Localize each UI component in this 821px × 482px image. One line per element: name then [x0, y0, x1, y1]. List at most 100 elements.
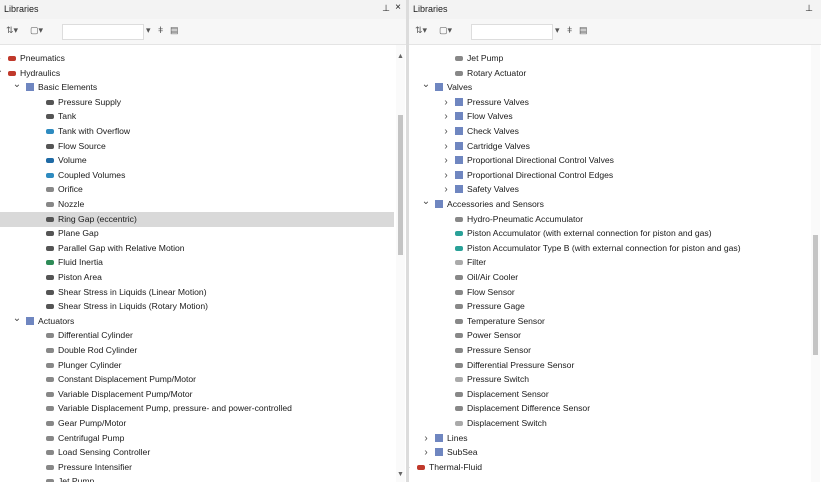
- new-item-icon[interactable]: ▢▾: [439, 25, 452, 36]
- tree-item[interactable]: Rotary Actuator: [409, 66, 809, 81]
- tree-item[interactable]: Differential Pressure Sensor: [409, 358, 809, 373]
- tree-item[interactable]: Piston Accumulator (with external connec…: [409, 226, 809, 241]
- tree-item[interactable]: Pressure Intensifier: [0, 460, 394, 475]
- chevron-right-icon[interactable]: ›: [441, 168, 451, 183]
- chevron-right-icon[interactable]: ›: [441, 139, 451, 154]
- tree-item[interactable]: Power Sensor: [409, 328, 809, 343]
- tree-item[interactable]: Displacement Switch: [409, 416, 809, 431]
- tree-item[interactable]: Displacement Sensor: [409, 387, 809, 402]
- tree-item[interactable]: Centrifugal Pump: [0, 431, 394, 446]
- tree-item[interactable]: Pressure Supply: [0, 95, 394, 110]
- tree-item[interactable]: Pressure Switch: [409, 372, 809, 387]
- chevron-right-icon[interactable]: ›: [441, 95, 451, 110]
- tree-item[interactable]: Filter: [409, 255, 809, 270]
- tree-item[interactable]: ⌄ Accessories and Sensors: [409, 194, 809, 212]
- tree-item[interactable]: ⌄ Actuators: [0, 311, 394, 329]
- filter-dropdown-icon[interactable]: ▾: [146, 25, 151, 36]
- tree-item[interactable]: › Proportional Directional Control Valves: [409, 153, 809, 168]
- chevron-down-icon[interactable]: ⌄: [12, 77, 22, 92]
- tree-item[interactable]: › Safety Valves: [409, 182, 809, 197]
- pump-icon: [46, 391, 54, 397]
- tree-item[interactable]: › Flow Valves: [409, 109, 809, 124]
- tree-item[interactable]: Variable Displacement Pump/Motor: [0, 387, 394, 402]
- tree-item[interactable]: Shear Stress in Liquids (Rotary Motion): [0, 299, 394, 314]
- chevron-right-icon[interactable]: ›: [421, 431, 431, 446]
- tree-item[interactable]: › Cartridge Valves: [409, 139, 809, 154]
- tree-item[interactable]: Tank: [0, 109, 394, 124]
- tree-item[interactable]: Temperature Sensor: [409, 314, 809, 329]
- tree-item[interactable]: › Proportional Directional Control Edges: [409, 168, 809, 183]
- tree-item[interactable]: › SubSea: [409, 445, 809, 460]
- filter-dropdown-icon[interactable]: ▾: [555, 25, 560, 36]
- scroll-up-icon[interactable]: ▲: [396, 53, 405, 60]
- tree-item[interactable]: Parallel Gap with Relative Motion: [0, 241, 394, 256]
- sort-icon[interactable]: ⇅▾: [6, 25, 18, 36]
- new-item-icon[interactable]: ▢▾: [30, 25, 43, 36]
- tree-item[interactable]: Pressure Sensor: [409, 343, 809, 358]
- tree-item[interactable]: Plane Gap: [0, 226, 394, 241]
- tree-item[interactable]: Plunger Cylinder: [0, 358, 394, 373]
- tree-item[interactable]: ⌄ Valves: [409, 77, 809, 95]
- chevron-right-icon[interactable]: ›: [441, 153, 451, 168]
- tree-item[interactable]: Piston Accumulator Type B (with external…: [409, 241, 809, 256]
- chevron-right-icon[interactable]: ›: [441, 182, 451, 197]
- tree-item[interactable]: Fluid Inertia: [0, 255, 394, 270]
- tree-item[interactable]: Piston Area: [0, 270, 394, 285]
- close-icon[interactable]: ×: [395, 2, 401, 13]
- tree-item[interactable]: ⌄ Hydraulics: [0, 63, 394, 81]
- tree-item[interactable]: Flow Source: [0, 139, 394, 154]
- tree-item[interactable]: Tank with Overflow: [0, 124, 394, 139]
- tree-item[interactable]: Ring Gap (eccentric): [0, 211, 394, 227]
- list-view-icon[interactable]: ▤: [579, 25, 588, 36]
- tree-item[interactable]: ⌄ Basic Elements: [0, 77, 394, 95]
- tree-item[interactable]: Hydro-Pneumatic Accumulator: [409, 212, 809, 227]
- left-scrollbar-thumb[interactable]: [398, 115, 403, 255]
- tree-item[interactable]: › Pressure Valves: [409, 95, 809, 110]
- left-scrollbar[interactable]: ▲ ▼: [396, 45, 405, 482]
- pin-icon[interactable]: ⊥: [805, 3, 813, 14]
- tree-item[interactable]: Pressure Gage: [409, 299, 809, 314]
- chevron-down-icon[interactable]: ⌄: [421, 194, 431, 209]
- tree-item[interactable]: ›Pneumatics: [0, 51, 394, 66]
- tree-item[interactable]: Differential Cylinder: [0, 328, 394, 343]
- library-filter-dropdown[interactable]: [62, 24, 144, 40]
- chevron-right-icon[interactable]: ›: [421, 445, 431, 460]
- tree-item[interactable]: Nozzle: [0, 197, 394, 212]
- piston-area-icon: [46, 275, 54, 280]
- tree-item[interactable]: Load Sensing Controller: [0, 445, 394, 460]
- tree-item[interactable]: Jet Pump: [0, 474, 394, 482]
- pump-icon: [46, 406, 54, 412]
- tree-item[interactable]: Double Rod Cylinder: [0, 343, 394, 358]
- left-toolbar: ⇅▾ ▢▾ ▾ ǂ ▤: [0, 19, 406, 45]
- right-scrollbar[interactable]: [811, 45, 820, 482]
- tree-item[interactable]: Jet Pump: [409, 51, 809, 66]
- chevron-right-icon[interactable]: ›: [409, 460, 413, 475]
- binoculars-icon[interactable]: ǂ: [567, 25, 572, 35]
- tree-item[interactable]: Gear Pump/Motor: [0, 416, 394, 431]
- tree-item[interactable]: › Thermal-Fluid: [409, 460, 809, 475]
- binoculars-icon[interactable]: ǂ: [158, 25, 163, 35]
- tree-item[interactable]: Shear Stress in Liquids (Linear Motion): [0, 285, 394, 300]
- tree-item[interactable]: Displacement Difference Sensor: [409, 401, 809, 416]
- tree-item[interactable]: › Lines: [409, 431, 809, 446]
- chevron-down-icon[interactable]: ⌄: [421, 77, 431, 92]
- chevron-down-icon[interactable]: ⌄: [12, 311, 22, 326]
- tree-item[interactable]: Flow Sensor: [409, 285, 809, 300]
- chevron-down-icon[interactable]: ⌄: [0, 63, 4, 78]
- sort-icon[interactable]: ⇅▾: [415, 25, 427, 36]
- tree-item[interactable]: Variable Displacement Pump, pressure- an…: [0, 401, 394, 416]
- tree-item[interactable]: Coupled Volumes: [0, 168, 394, 183]
- list-view-icon[interactable]: ▤: [170, 25, 179, 36]
- pin-icon[interactable]: ⊥: [382, 3, 390, 14]
- scroll-down-icon[interactable]: ▼: [396, 471, 405, 478]
- chevron-right-icon[interactable]: ›: [441, 109, 451, 124]
- tree-item[interactable]: Volume: [0, 153, 394, 168]
- tree-item[interactable]: Orifice: [0, 182, 394, 197]
- tree-item[interactable]: Oil/Air Cooler: [409, 270, 809, 285]
- library-filter-dropdown[interactable]: [471, 24, 553, 40]
- right-scrollbar-thumb[interactable]: [813, 235, 818, 355]
- tree-item-label: Parallel Gap with Relative Motion: [58, 242, 185, 253]
- chevron-right-icon[interactable]: ›: [441, 124, 451, 139]
- tree-item[interactable]: Constant Displacement Pump/Motor: [0, 372, 394, 387]
- tree-item[interactable]: › Check Valves: [409, 124, 809, 139]
